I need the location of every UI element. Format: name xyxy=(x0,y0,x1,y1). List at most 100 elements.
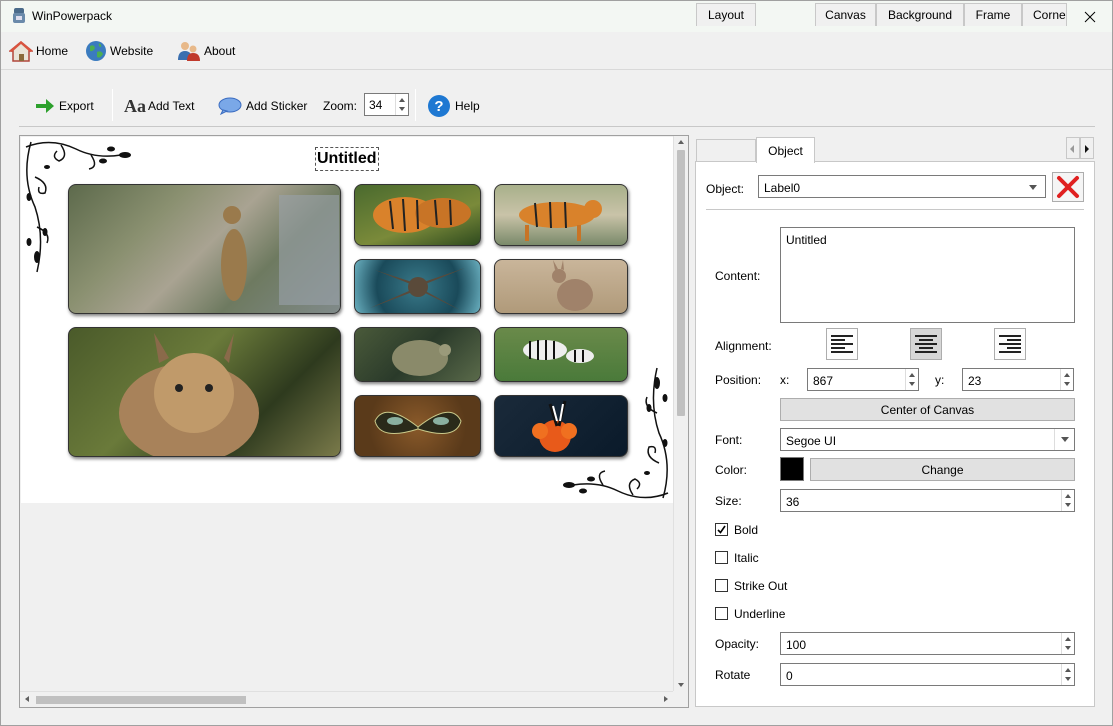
change-color-button[interactable]: Change xyxy=(810,458,1075,481)
photo-kangaroo[interactable] xyxy=(494,259,628,314)
horizontal-scroll-thumb[interactable] xyxy=(36,696,246,704)
menu-about[interactable]: About xyxy=(177,38,235,64)
delete-object-button[interactable] xyxy=(1052,172,1084,202)
tab-scroll-right[interactable] xyxy=(1080,137,1094,159)
italic-checkbox[interactable] xyxy=(715,551,728,564)
globe-icon xyxy=(86,41,106,61)
photo-butterfly[interactable] xyxy=(354,395,481,457)
delete-x-icon xyxy=(1057,176,1079,198)
align-right-button[interactable] xyxy=(994,328,1026,360)
font-select[interactable]: Segoe UI xyxy=(780,428,1075,451)
object-select[interactable]: Label0 xyxy=(758,175,1046,198)
color-swatch[interactable] xyxy=(780,457,804,481)
photo-tiger-walking[interactable] xyxy=(494,184,628,246)
tab-frame[interactable]: Frame xyxy=(964,3,1022,26)
zoom-spinbox[interactable]: 34 xyxy=(364,93,409,116)
opacity-spin-arrows[interactable] xyxy=(1061,633,1074,654)
checkmark-icon xyxy=(717,525,726,534)
tab-canvas[interactable]: Canvas xyxy=(815,3,876,26)
y-label: y: xyxy=(935,373,945,387)
rotate-label: Rotate xyxy=(715,668,751,682)
canvas-area[interactable]: Untitled xyxy=(19,135,689,708)
toolbar-divider xyxy=(19,126,1095,127)
opacity-spinbox[interactable]: 100 xyxy=(780,632,1075,655)
menu-website[interactable]: Website xyxy=(85,38,153,64)
toolbar: Export Aa Add Text Add Sticker ? Help xyxy=(1,71,1112,127)
add-text-label: Add Text xyxy=(148,99,195,113)
y-spinbox[interactable]: 23 xyxy=(962,368,1074,391)
x-spin-arrows[interactable] xyxy=(905,369,918,390)
underline-checkbox[interactable] xyxy=(715,607,728,620)
add-sticker-button[interactable]: Add Sticker xyxy=(218,93,307,119)
align-left-button[interactable] xyxy=(826,328,858,360)
scroll-right-icon[interactable] xyxy=(664,696,668,702)
opacity-value: 100 xyxy=(786,638,807,652)
photo-ground-squirrel[interactable] xyxy=(68,184,341,314)
scroll-down-icon[interactable] xyxy=(678,683,684,687)
menu-home-label: Home xyxy=(36,44,69,58)
photo-butterfly-on-flower[interactable] xyxy=(494,395,628,457)
vertical-scroll-thumb[interactable] xyxy=(677,150,685,416)
tab-object[interactable]: Object xyxy=(756,137,815,163)
zoom-label: Zoom: xyxy=(323,99,358,113)
size-spinbox[interactable]: 36 xyxy=(780,489,1075,512)
scroll-up-icon[interactable] xyxy=(678,140,684,144)
menu-website-label: Website xyxy=(110,44,154,58)
center-of-canvas-button[interactable]: Center of Canvas xyxy=(780,398,1075,421)
align-right-icon xyxy=(999,333,1021,355)
font-dropdown-button[interactable] xyxy=(1054,429,1074,450)
italic-label: Italic xyxy=(734,551,759,565)
size-spin-arrows[interactable] xyxy=(1061,490,1074,511)
photo-lynx[interactable] xyxy=(68,327,341,457)
menu-home[interactable]: Home xyxy=(9,38,68,64)
close-window-button[interactable] xyxy=(1067,1,1113,32)
photo-zebras[interactable] xyxy=(494,327,628,382)
y-spin-arrows[interactable] xyxy=(1060,369,1073,390)
text-icon: Aa xyxy=(124,95,146,116)
help-icon: ? xyxy=(428,95,450,117)
position-label: Position: xyxy=(715,373,762,387)
photo-tigers-in-grass[interactable] xyxy=(354,184,481,246)
alignment-label: Alignment: xyxy=(715,339,772,353)
tab-scroll-left[interactable] xyxy=(1066,137,1080,159)
app-window: WinPowerpack Home Website About Export A… xyxy=(0,0,1113,726)
canvas-vertical-scrollbar[interactable] xyxy=(673,136,688,691)
x-spinbox[interactable]: 867 xyxy=(807,368,919,391)
rotate-spinbox[interactable]: 0 xyxy=(780,663,1075,686)
scroll-left-icon[interactable] xyxy=(25,696,29,702)
photo-starfish[interactable] xyxy=(354,259,481,314)
color-label: Color: xyxy=(715,463,748,477)
canvas-title-label[interactable]: Untitled xyxy=(315,147,379,171)
help-button[interactable]: ? Help xyxy=(427,93,480,119)
canvas-horizontal-scrollbar[interactable] xyxy=(20,691,673,707)
add-sticker-label: Add Sticker xyxy=(246,99,308,113)
add-text-button[interactable]: Aa Add Text xyxy=(124,93,194,119)
collage-page[interactable]: Untitled xyxy=(21,137,673,503)
bold-label: Bold xyxy=(734,523,759,537)
chevron-down-icon xyxy=(1061,437,1069,442)
content-textarea[interactable]: Untitled xyxy=(780,227,1075,323)
size-value: 36 xyxy=(786,495,800,509)
zoom-value: 34 xyxy=(369,98,383,112)
chevron-right-icon xyxy=(1085,145,1089,153)
bold-checkbox[interactable] xyxy=(715,523,728,536)
zoom-spin-arrows[interactable] xyxy=(395,94,408,115)
object-label: Object: xyxy=(706,182,745,196)
object-select-value: Label0 xyxy=(764,181,801,195)
align-center-button[interactable] xyxy=(910,328,942,360)
content-label: Content: xyxy=(715,269,761,283)
export-button[interactable]: Export xyxy=(35,93,94,119)
rotate-value: 0 xyxy=(786,669,793,683)
speech-bubble-icon xyxy=(218,97,242,115)
photo-chameleon[interactable] xyxy=(354,327,481,382)
tab-background[interactable]: Background xyxy=(876,3,964,26)
export-label: Export xyxy=(59,99,94,113)
tab-layout[interactable]: Layout xyxy=(696,3,756,26)
rotate-spin-arrows[interactable] xyxy=(1061,664,1074,685)
align-left-icon xyxy=(831,333,853,355)
tab-corners[interactable]: Corne xyxy=(1022,3,1067,26)
content-text: Untitled xyxy=(786,233,827,247)
strikeout-checkbox[interactable] xyxy=(715,579,728,592)
underline-label: Underline xyxy=(734,607,786,621)
menu-bar: Home Website About xyxy=(1,32,1112,70)
